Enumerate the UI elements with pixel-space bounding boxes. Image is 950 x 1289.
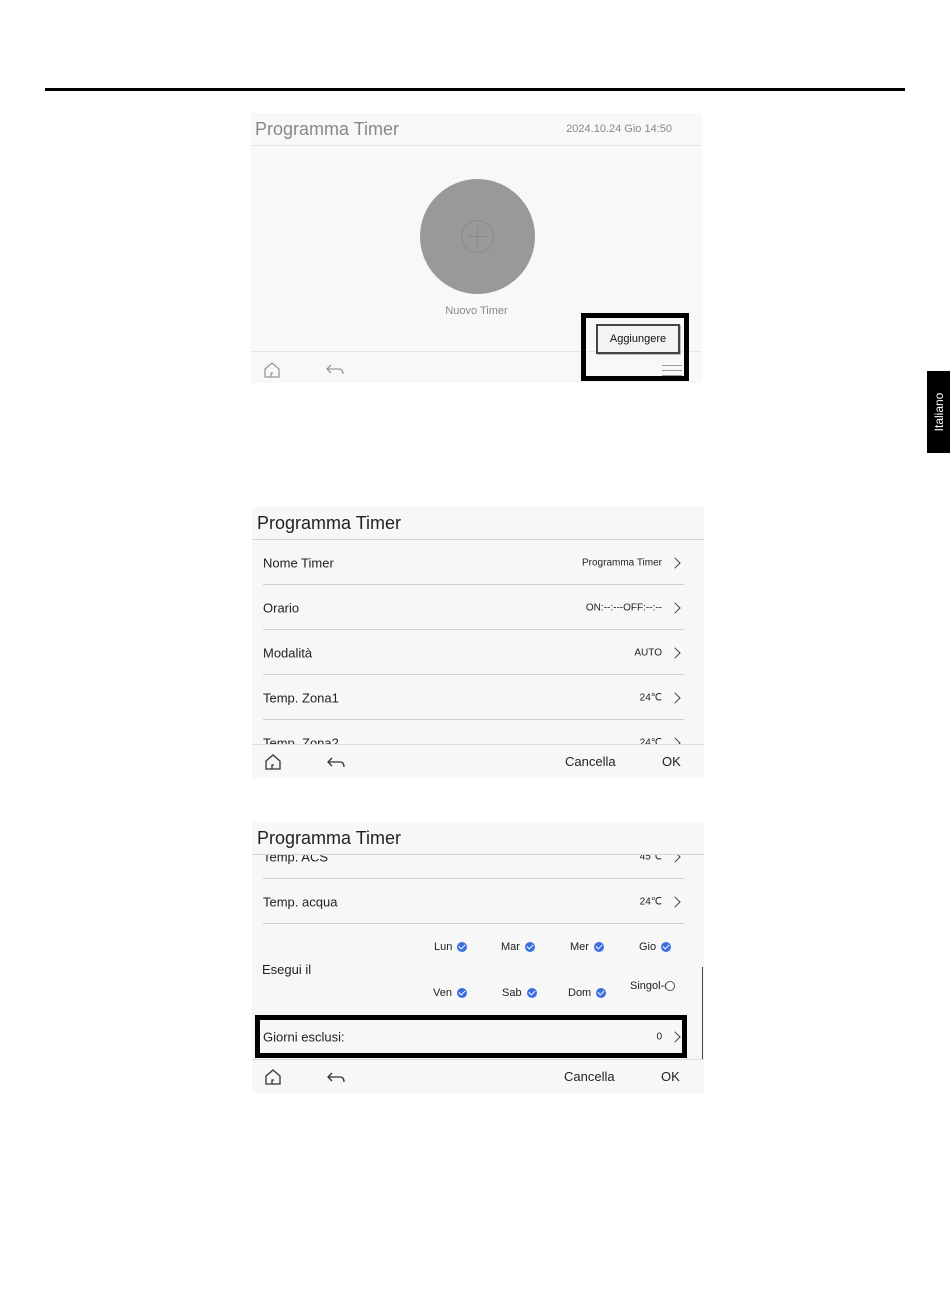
row-value: 24℃	[639, 896, 662, 907]
row-water-temp[interactable]: Temp. acqua 24℃	[263, 879, 684, 924]
row-label: Nome Timer	[263, 555, 334, 570]
day-checkbox-sun[interactable]: Dom	[568, 987, 607, 999]
row-mode[interactable]: Modalità AUTO	[263, 630, 684, 675]
row-divider	[263, 923, 684, 924]
day-checkbox-tue[interactable]: Mar	[501, 941, 535, 953]
row-schedule[interactable]: Orario ON:--:---OFF:--:--	[263, 585, 684, 630]
timer-edit-screen-top: Programma Timer Nome Timer Programma Tim…	[252, 507, 704, 778]
datetime-display: 2024.10.24 Gio 14:50	[566, 123, 672, 135]
back-arrow-icon[interactable]	[325, 363, 345, 377]
day-radio-single[interactable]: Singol-o	[630, 980, 675, 992]
page-top-rule	[45, 88, 905, 91]
day-label: Ven	[433, 987, 452, 999]
screen-title: Programma Timer	[255, 119, 400, 139]
day-checkbox-mon[interactable]: Lun	[434, 941, 468, 953]
check-icon	[457, 942, 468, 952]
highlight-frame-excluded-days	[255, 1015, 687, 1058]
day-checkbox-fri[interactable]: Ven	[433, 987, 467, 999]
check-icon	[526, 988, 537, 998]
home-icon[interactable]	[264, 1068, 282, 1086]
cancel-button[interactable]: Cancella	[564, 1069, 615, 1084]
day-label: Singol-o	[630, 980, 671, 992]
chevron-right-icon	[669, 646, 681, 659]
footer-bar: Cancella OK	[252, 1059, 704, 1093]
ok-button[interactable]: OK	[661, 1069, 680, 1084]
check-icon	[596, 988, 607, 998]
check-icon	[456, 988, 467, 998]
row-value: AUTO	[634, 647, 662, 658]
day-label: Mar	[501, 941, 520, 953]
day-checkbox-sat[interactable]: Sab	[502, 987, 537, 999]
chevron-right-icon	[669, 691, 681, 704]
day-label: Mer	[570, 941, 589, 953]
back-arrow-icon[interactable]	[326, 756, 346, 770]
row-label: Modalità	[263, 645, 313, 660]
scrollbar[interactable]	[702, 967, 703, 1059]
cancel-button[interactable]: Cancella	[565, 754, 616, 769]
home-icon[interactable]	[263, 361, 281, 379]
row-label: Temp. Zona1	[263, 690, 339, 705]
screen-title: Programma Timer	[257, 513, 402, 533]
language-tab: Italiano	[927, 371, 950, 453]
run-on-label: Esegui il	[262, 962, 312, 977]
row-value: 24℃	[639, 692, 662, 703]
day-label: Gio	[639, 941, 657, 953]
home-icon[interactable]	[264, 753, 282, 771]
check-icon	[661, 942, 672, 952]
add-button[interactable]: Aggiungere	[596, 324, 680, 354]
footer-bar: Cancella OK	[252, 744, 704, 778]
check-icon	[524, 942, 535, 952]
language-tab-label: Italiano	[931, 392, 946, 432]
day-checkbox-thu[interactable]: Gio	[639, 941, 672, 953]
day-label: Lun	[434, 941, 453, 953]
row-timer-name[interactable]: Nome Timer Programma Timer	[263, 540, 684, 585]
plus-icon	[461, 220, 494, 253]
header-divider	[251, 145, 702, 146]
header-divider	[252, 854, 704, 855]
screen-title: Programma Timer	[252, 822, 704, 854]
radio-empty-icon	[665, 981, 675, 991]
row-label: Temp. acqua	[263, 894, 338, 909]
day-checkbox-wed[interactable]: Mer	[570, 941, 604, 953]
chevron-right-icon	[669, 895, 681, 908]
ok-button[interactable]: OK	[662, 754, 681, 769]
day-label: Sab	[502, 987, 522, 999]
day-label: Dom	[568, 987, 592, 999]
back-arrow-icon[interactable]	[326, 1071, 346, 1085]
row-value: Programma Timer	[581, 557, 662, 568]
new-timer-button[interactable]	[420, 179, 535, 294]
check-icon	[593, 942, 604, 952]
row-value: ON:--:---OFF:--:--	[585, 602, 662, 613]
chevron-right-icon	[669, 601, 681, 614]
weekday-selector: Esegui il Lun Mar Mer Gio Ven Sab Dom Si…	[252, 927, 704, 1015]
chevron-right-icon	[669, 556, 681, 569]
row-zone1-temp[interactable]: Temp. Zona1 24℃	[263, 675, 684, 720]
row-label: Orario	[263, 600, 300, 615]
